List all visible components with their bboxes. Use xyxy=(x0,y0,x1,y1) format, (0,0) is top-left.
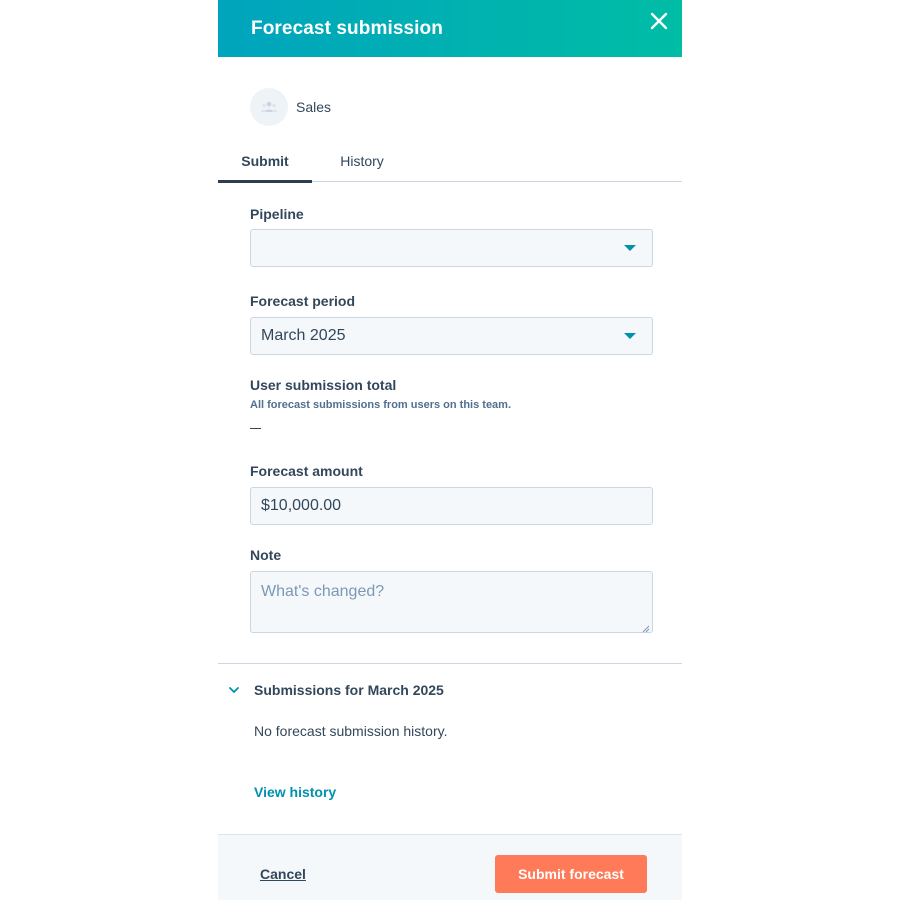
forecast-amount-label: Forecast amount xyxy=(250,463,363,479)
forecast-amount-input[interactable] xyxy=(250,487,653,525)
resize-grip-icon[interactable] xyxy=(642,620,650,633)
chevron-down-icon xyxy=(229,687,239,693)
team-icon xyxy=(250,88,288,126)
note-textarea[interactable] xyxy=(250,571,653,633)
forecast-period-label: Forecast period xyxy=(250,293,356,309)
tab-submit[interactable]: Submit xyxy=(218,140,312,183)
forecast-submission-panel: Forecast submission Sales Submit History… xyxy=(218,0,682,900)
tab-bar: Submit History xyxy=(218,140,682,183)
team-name: Sales xyxy=(296,99,332,115)
caret-down-icon xyxy=(624,333,636,339)
submit-forecast-button[interactable]: Submit forecast xyxy=(495,855,647,893)
team-row: Sales xyxy=(250,88,331,126)
panel-header: Forecast submission xyxy=(218,0,682,57)
no-history-text: No forecast submission history. xyxy=(254,723,448,739)
panel-footer: Cancel Submit forecast xyxy=(218,834,682,900)
tab-history[interactable]: History xyxy=(312,140,412,182)
close-icon[interactable] xyxy=(648,10,670,32)
view-history-link[interactable]: View history xyxy=(254,784,336,800)
user-submission-total-label: User submission total xyxy=(250,377,397,393)
user-submission-total-value xyxy=(250,428,261,429)
section-divider xyxy=(218,663,682,664)
pipeline-label: Pipeline xyxy=(250,206,304,222)
caret-down-icon xyxy=(624,245,636,251)
forecast-period-value: March 2025 xyxy=(261,327,346,344)
user-submission-total-help: All forecast submissions from users on t… xyxy=(250,399,512,411)
pipeline-select[interactable] xyxy=(250,229,653,267)
cancel-button[interactable]: Cancel xyxy=(260,866,306,882)
note-label: Note xyxy=(250,547,282,563)
submissions-section-title: Submissions for March 2025 xyxy=(254,682,444,698)
panel-title: Forecast submission xyxy=(251,17,443,39)
submissions-section-toggle[interactable]: Submissions for March 2025 xyxy=(228,680,444,700)
forecast-period-select[interactable]: March 2025 xyxy=(250,317,653,355)
